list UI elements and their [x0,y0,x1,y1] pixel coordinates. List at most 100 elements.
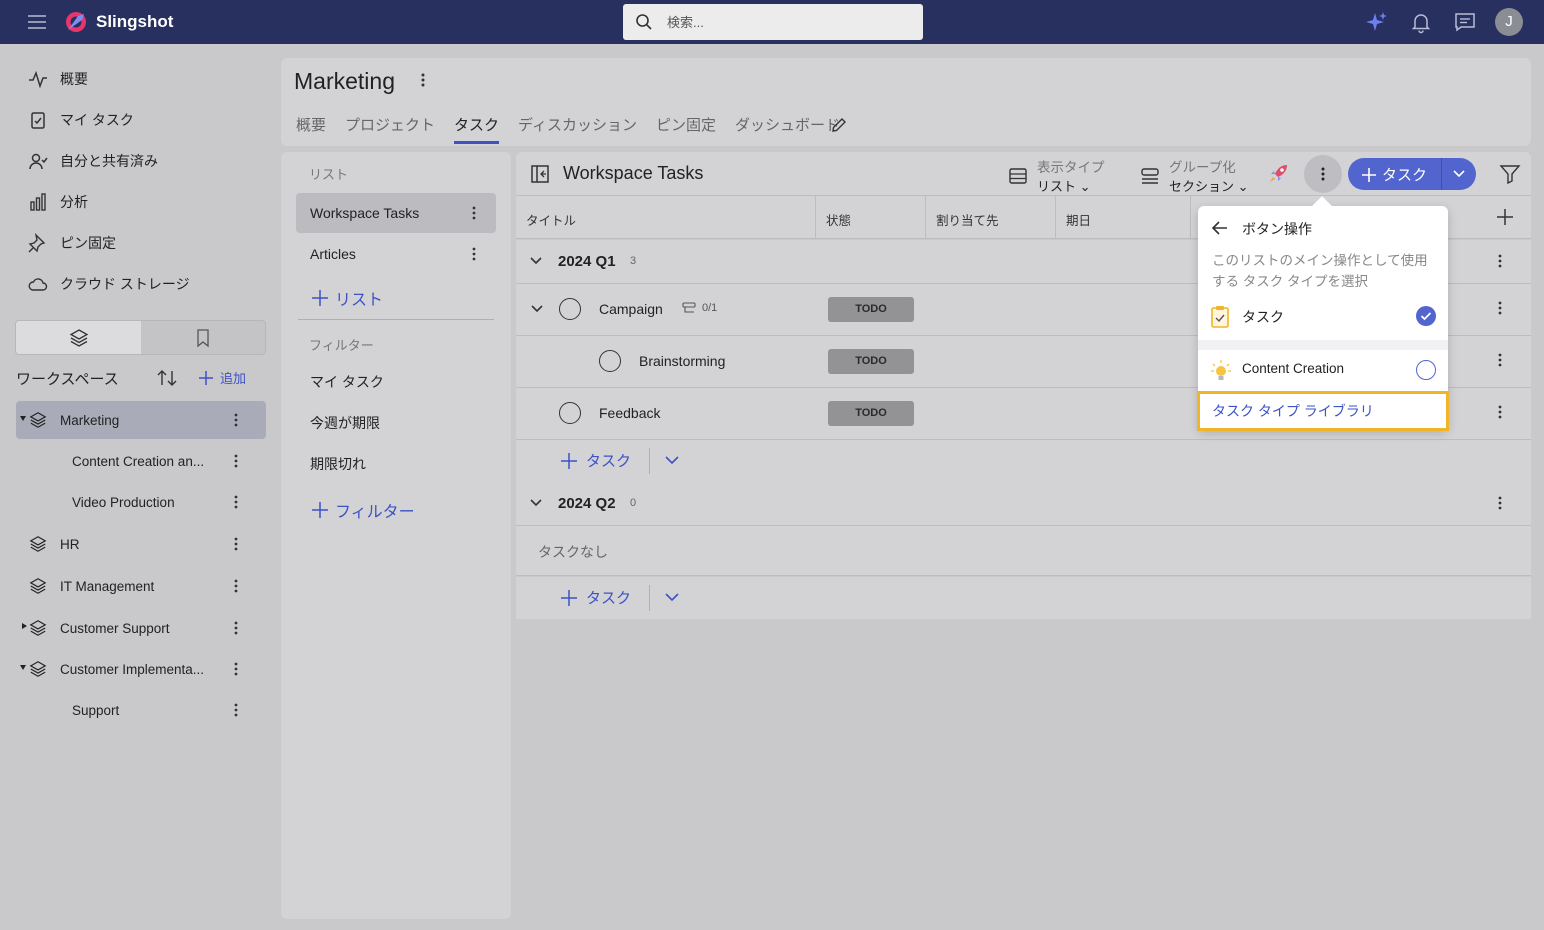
workspaces-view-button[interactable] [16,321,141,354]
chevron-down-icon[interactable] [664,591,680,603]
task-type-option-task[interactable]: タスク [1198,296,1448,336]
status-badge[interactable]: TODO [828,297,914,322]
workspace-item-support[interactable]: Support [16,691,266,729]
complete-task-checkbox[interactable] [559,298,581,320]
filter-icon[interactable] [1499,164,1521,184]
complete-task-checkbox[interactable] [599,350,621,372]
tab-dashboards[interactable]: ダッシュボード [735,114,840,141]
more-vertical-icon[interactable] [234,453,238,469]
tab-pinned[interactable]: ピン固定 [656,114,716,141]
workspace-item-hr[interactable]: HR [16,525,266,563]
edit-tabs-pencil-icon[interactable] [830,116,848,134]
tab-projects[interactable]: プロジェクト [345,114,435,141]
add-workspace-button[interactable]: 追加 [198,368,246,387]
back-arrow-icon[interactable] [1211,220,1229,236]
expand-caret-icon[interactable] [22,623,27,629]
tab-overview[interactable]: 概要 [296,114,326,141]
tab-tasks[interactable]: タスク [454,114,500,144]
workspace-item-content-creation[interactable]: Content Creation an... [16,442,266,480]
chevron-down-icon[interactable] [530,303,544,315]
filter-item-due-this-week[interactable]: 今週が期限 [296,403,496,443]
more-vertical-icon[interactable] [234,536,238,552]
more-vertical-icon[interactable] [1498,495,1502,511]
selected-check-icon[interactable] [1416,306,1436,326]
more-vertical-icon[interactable] [1498,404,1502,420]
tab-discussions[interactable]: ディスカッション [518,114,637,141]
expand-caret-icon[interactable] [20,665,26,670]
workspace-item-it-management[interactable]: IT Management [16,567,266,605]
task-title[interactable]: Brainstorming [639,353,725,369]
unselected-radio[interactable] [1416,360,1436,380]
more-vertical-icon[interactable] [234,661,238,677]
more-vertical-icon[interactable] [234,620,238,636]
nav-pinned[interactable]: ピン固定 [28,231,116,255]
more-vertical-icon[interactable] [421,72,425,88]
nav-shared-with-me[interactable]: 自分と共有済み [28,149,158,173]
nav-analytics[interactable]: 分析 [28,190,88,214]
filter-item-overdue[interactable]: 期限切れ [296,444,496,484]
workspace-item-customer-implementation[interactable]: Customer Implementa... [16,650,266,688]
lists-heading: リスト [309,167,349,182]
more-vertical-icon[interactable] [234,494,238,510]
column-assignee[interactable]: 割り当て先 [936,210,999,229]
complete-task-checkbox[interactable] [559,402,581,424]
column-status[interactable]: 状態 [826,210,851,229]
column-due-date[interactable]: 期日 [1066,210,1091,229]
task-title[interactable]: Feedback [599,405,660,421]
workspace-item-marketing[interactable]: Marketing [16,401,266,439]
column-title[interactable]: タイトル [526,210,576,229]
more-vertical-icon[interactable] [234,702,238,718]
collapse-panel-icon[interactable] [530,164,550,184]
add-task-row: タスク [516,440,1531,482]
ai-sparkle-icon[interactable] [1365,10,1389,34]
nav-my-tasks[interactable]: マイ タスク [28,108,134,132]
menu-icon[interactable] [26,12,48,32]
filter-item-my-tasks[interactable]: マイ タスク [296,362,496,402]
list-label: Workspace Tasks [310,205,420,221]
search-input[interactable] [667,12,907,32]
search-box[interactable] [623,4,923,40]
more-vertical-icon[interactable] [1498,352,1502,368]
status-badge[interactable]: TODO [828,401,914,426]
rocket-icon[interactable] [1268,162,1290,184]
add-task-inline-button[interactable]: タスク [560,450,631,471]
divider [298,319,494,320]
sort-icon[interactable] [156,368,178,388]
add-task-button[interactable]: タスク [1362,164,1427,185]
workspace-item-video-production[interactable]: Video Production [16,483,266,521]
task-type-option-content-creation[interactable]: Content Creation [1198,350,1448,390]
nav-cloud-storage[interactable]: クラウド ストレージ [28,272,190,296]
status-badge[interactable]: TODO [828,349,914,374]
more-vertical-icon[interactable] [472,246,476,262]
workspace-label: Content Creation an... [72,453,205,469]
layers-icon [28,660,48,678]
bell-icon[interactable] [1409,10,1433,34]
bookmarks-view-button[interactable] [141,321,265,354]
more-vertical-icon[interactable] [472,205,476,221]
more-vertical-icon[interactable] [234,578,238,594]
divider [1198,340,1448,350]
chevron-down-icon[interactable] [529,497,543,509]
add-list-button[interactable]: リスト [311,286,383,310]
more-vertical-icon[interactable] [1498,300,1502,316]
chevron-down-icon[interactable] [529,255,543,267]
task-title[interactable]: Campaign [599,301,663,317]
expand-caret-icon[interactable] [20,416,26,421]
workspace-item-customer-support[interactable]: Customer Support [16,609,266,647]
nav-overview[interactable]: 概要 [28,67,88,91]
add-task-inline-button[interactable]: タスク [560,587,631,608]
more-actions-button[interactable] [1304,155,1342,193]
divider [1441,158,1442,190]
more-vertical-icon[interactable] [234,412,238,428]
user-avatar[interactable]: J [1495,8,1523,36]
task-type-library-link[interactable]: タスク タイプ ライブラリ [1197,391,1449,431]
list-item-articles[interactable]: Articles [296,234,496,274]
add-task-split-button[interactable]: タスク [1348,158,1476,190]
add-filter-button[interactable]: フィルター [311,498,415,522]
list-item-workspace-tasks[interactable]: Workspace Tasks [296,193,496,233]
chevron-down-icon[interactable] [1452,168,1466,180]
chat-icon[interactable] [1453,10,1477,34]
more-vertical-icon[interactable] [1498,253,1502,269]
chevron-down-icon[interactable] [664,454,680,466]
add-column-plus-icon[interactable] [1496,208,1514,226]
